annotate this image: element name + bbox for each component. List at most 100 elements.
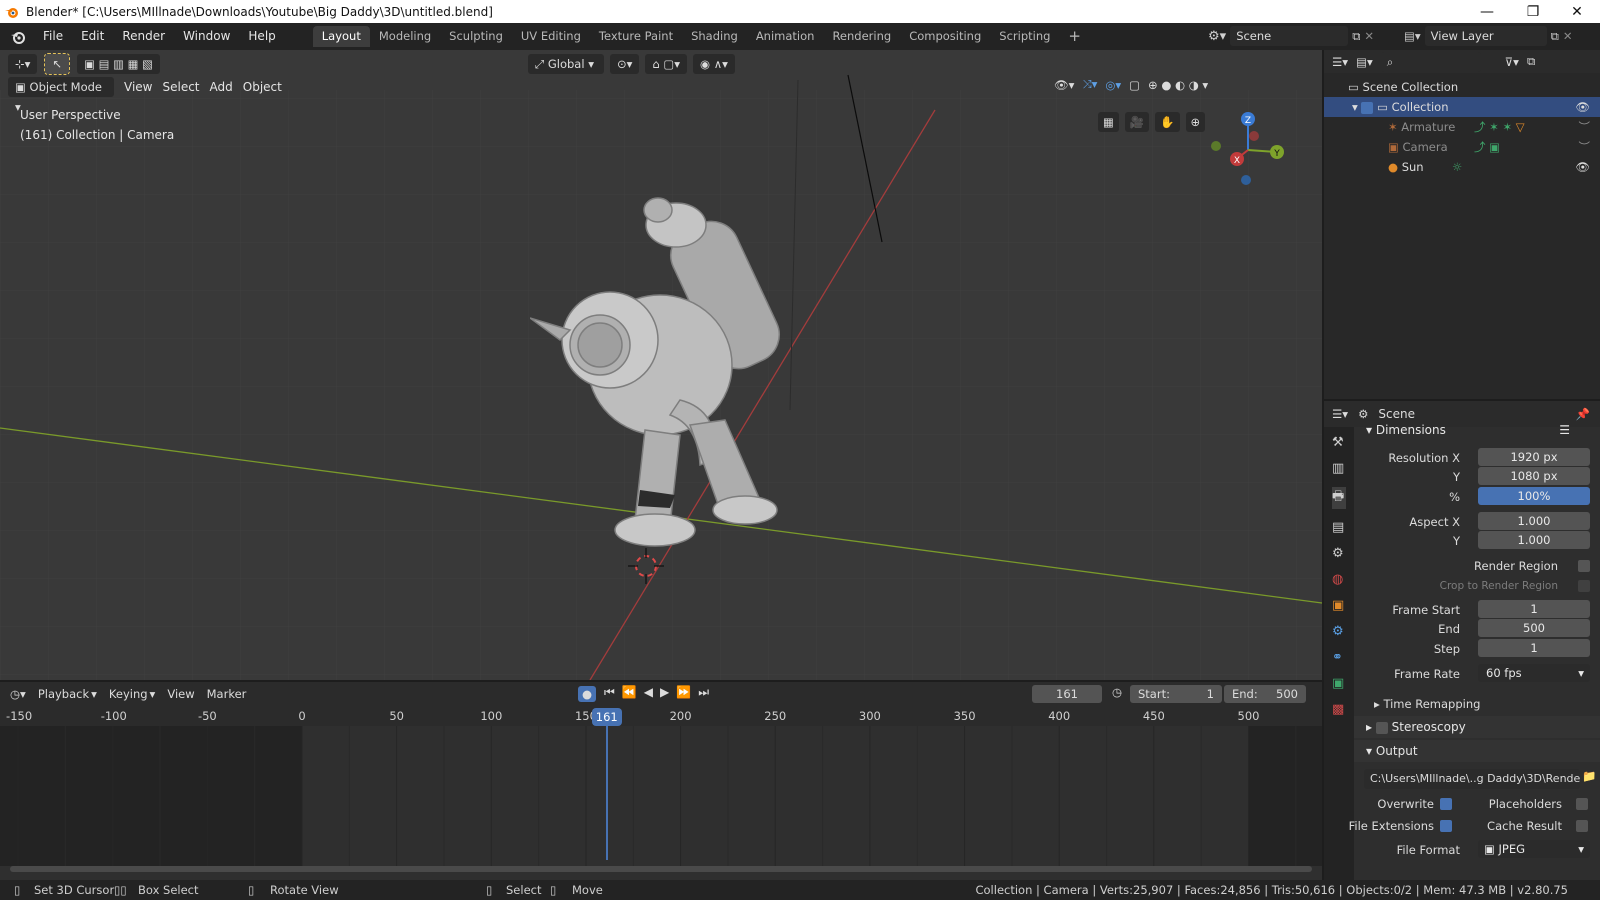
modifier-tab-icon[interactable]: ⚙ — [1332, 624, 1346, 639]
grid-view-icon[interactable]: ▦ — [1098, 112, 1119, 132]
current-frame-field[interactable]: 161 — [1032, 685, 1102, 703]
menu-marker[interactable]: Marker — [207, 687, 247, 701]
armature-eye-icon[interactable]: ︶ — [1579, 117, 1591, 137]
play-icon[interactable]: ▶ — [660, 685, 669, 700]
stopwatch-icon[interactable]: ◷ — [1112, 685, 1122, 699]
scene-tab-icon[interactable]: ⚙ — [1332, 546, 1346, 561]
tab-texture-paint[interactable]: Texture Paint — [590, 26, 682, 47]
menu-window[interactable]: Window — [174, 23, 239, 50]
cache-result-checkbox[interactable] — [1576, 820, 1588, 832]
aspect-x-field[interactable]: 1.000 — [1478, 512, 1590, 530]
frame-end-field[interactable]: 500 — [1478, 619, 1590, 637]
playhead-line[interactable] — [605, 710, 608, 860]
auto-key-record-icon[interactable]: ● — [578, 686, 596, 702]
menu-edit[interactable]: Edit — [72, 23, 113, 50]
tab-layout[interactable]: Layout — [312, 26, 370, 47]
view-layer-tab-icon[interactable]: ▤ — [1332, 520, 1346, 535]
tab-rendering[interactable]: Rendering — [823, 26, 900, 47]
snap-icon[interactable]: ⌂ ▢▾ — [645, 54, 688, 74]
tab-scripting[interactable]: Scripting — [990, 26, 1059, 47]
render-tab-icon[interactable]: ▥ — [1332, 461, 1346, 476]
timeline-track[interactable] — [0, 726, 1322, 866]
select-mode-icons[interactable]: ▣ ▤ ▥ ▦ ▧ — [77, 54, 161, 74]
file-format-dropdown[interactable]: ▣ JPEG ▾ — [1478, 840, 1590, 858]
stereoscopy-panel-header[interactable]: ▸ Stereoscopy — [1354, 716, 1600, 738]
big-daddy-model[interactable] — [530, 190, 830, 550]
tab-compositing[interactable]: Compositing — [900, 26, 990, 47]
minimize-button[interactable]: — — [1464, 0, 1510, 23]
texture-tab-icon[interactable]: ▩ — [1332, 702, 1346, 717]
collection-eye-icon[interactable]: 👁 — [1575, 97, 1590, 117]
output-path-field[interactable]: C:\Users\MIllnade\..g Daddy\3D\Render\ — [1364, 769, 1580, 789]
output-tab-icon[interactable]: 🖶 — [1332, 487, 1346, 509]
resolution-y-field[interactable]: 1080 px — [1478, 467, 1590, 485]
outliner-editor-icon[interactable]: ☰▾ — [1332, 55, 1348, 69]
timeline-editor-icon[interactable]: ◷▾ — [10, 687, 26, 701]
outliner-item-armature[interactable]: ✶ Armature ⤴ ✶ ✶ ▽ ︶ — [1324, 117, 1600, 137]
next-keyframe-icon[interactable]: ⏩ — [676, 685, 691, 700]
new-collection-icon[interactable]: ⧉ — [1527, 54, 1535, 69]
tab-modeling[interactable]: Modeling — [370, 26, 440, 47]
time-remapping-subpanel[interactable]: ▸ Time Remapping — [1354, 694, 1600, 714]
zoom-icon[interactable]: ⊕ — [1185, 112, 1206, 132]
outliner-collection-row[interactable]: ▾ ▭ Collection 👁 — [1324, 97, 1600, 117]
xray-icon[interactable]: ▢ — [1129, 78, 1140, 92]
dimensions-panel-header[interactable]: ▾ Dimensions ☰ — [1354, 419, 1600, 441]
overlay-toggle-icon[interactable]: ◎▾ — [1105, 78, 1121, 92]
timeline-scrollbar[interactable] — [10, 866, 1312, 872]
camera-eye-icon[interactable]: ︶ — [1579, 137, 1591, 157]
placeholders-checkbox[interactable] — [1576, 798, 1588, 810]
jump-start-icon[interactable]: ⏮ — [604, 685, 615, 700]
data-tab-icon[interactable]: ▣ — [1332, 676, 1346, 691]
viewport-menu-select[interactable]: Select — [162, 80, 199, 94]
crop-checkbox[interactable] — [1578, 580, 1590, 592]
file-extensions-checkbox[interactable] — [1440, 820, 1452, 832]
add-workspace-button[interactable]: + — [1059, 26, 1090, 47]
visibility-icon[interactable]: 👁▾ — [1054, 78, 1074, 92]
pan-hand-icon[interactable]: ✋ — [1155, 112, 1180, 132]
outliner-item-camera[interactable]: ▣ Camera ⤴ ▣ ︶ — [1324, 137, 1600, 157]
outliner-scene-collection[interactable]: ▭ Scene Collection — [1324, 77, 1600, 97]
select-tool-icon[interactable]: ↖ — [44, 53, 71, 75]
viewport-menu-view[interactable]: View — [124, 80, 152, 94]
tab-uv-editing[interactable]: UV Editing — [512, 26, 590, 47]
end-frame-field[interactable]: End: 500 — [1224, 685, 1306, 703]
camera-view-icon[interactable]: 🎥 — [1124, 112, 1150, 132]
tool-tab-icon[interactable]: ⚒ — [1332, 435, 1346, 450]
new-view-layer-icon[interactable]: ⧉ — [1551, 29, 1559, 44]
outliner-item-sun[interactable]: ● Sun ☼ 👁 — [1324, 157, 1600, 177]
view-layer-field[interactable]: View Layer — [1424, 26, 1547, 46]
menu-view[interactable]: View — [167, 687, 194, 701]
mode-dropdown[interactable]: ▣ Object Mode ▾ — [8, 77, 114, 114]
proportional-edit-icon[interactable]: ◉ ∧▾ — [693, 54, 735, 74]
delete-scene-icon[interactable]: ✕ — [1364, 29, 1374, 43]
prev-keyframe-icon[interactable]: ⏪ — [622, 685, 637, 700]
world-tab-icon[interactable]: ◍ — [1332, 572, 1346, 587]
tab-shading[interactable]: Shading — [682, 26, 747, 47]
view-layer-icon[interactable]: ▤▾ — [1404, 29, 1421, 43]
scene-selector-icon[interactable]: ⚙▾ — [1208, 29, 1226, 44]
menu-file[interactable]: File — [34, 23, 72, 50]
jump-end-icon[interactable]: ⏭ — [698, 685, 709, 700]
frame-ruler[interactable]: -150 -100 -50 0 50 100 150 200 250 300 350 400 450 50… — [0, 706, 1322, 726]
scene-name-field[interactable]: Scene — [1230, 26, 1349, 46]
blender-menu-icon[interactable] — [10, 29, 26, 45]
resolution-percent-field[interactable]: 100% — [1478, 487, 1590, 505]
editor-type-icon[interactable]: ⊹▾ — [8, 54, 38, 74]
outliner-search-input[interactable]: ⌕ — [1380, 51, 1481, 72]
viewport-menu-object[interactable]: Object — [243, 80, 282, 94]
gizmo-toggle-icon[interactable]: ⤨▾ — [1082, 77, 1097, 92]
play-reverse-icon[interactable]: ◀ — [644, 685, 653, 700]
maximize-button[interactable]: ❐ — [1510, 0, 1556, 23]
tab-sculpting[interactable]: Sculpting — [440, 26, 512, 47]
pivot-point-icon[interactable]: ⊙▾ — [610, 54, 640, 74]
aspect-y-field[interactable]: 1.000 — [1478, 531, 1590, 549]
expand-arrow-icon[interactable]: ▾ — [1352, 100, 1361, 114]
folder-icon[interactable]: 📁 — [1582, 769, 1596, 783]
tab-animation[interactable]: Animation — [747, 26, 824, 47]
transform-orientation-dropdown[interactable]: ⤢ Global ▾ — [528, 54, 604, 74]
menu-render[interactable]: Render — [113, 23, 174, 50]
display-mode-icon[interactable]: ▤▾ — [1356, 55, 1373, 69]
stereoscopy-checkbox[interactable] — [1375, 721, 1388, 734]
frame-start-field[interactable]: 1 — [1478, 600, 1590, 618]
